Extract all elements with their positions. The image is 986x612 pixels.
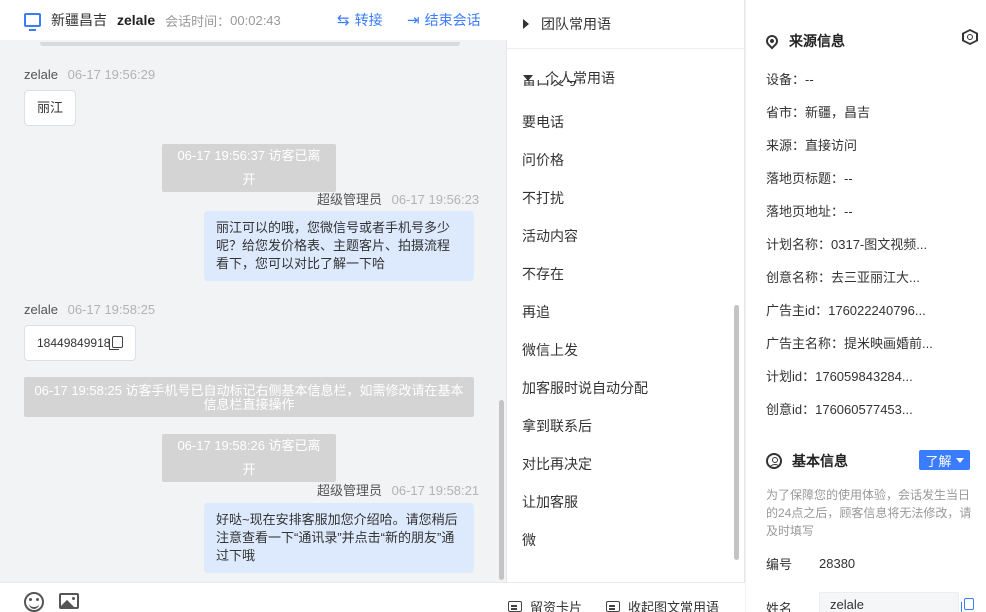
visitor-info-panel: 来源信息 设备：-- 省市：新疆，昌吉 来源：直接访问 落地页标题：-- 落地页… [746, 0, 986, 612]
transfer-label: 转接 [354, 12, 383, 28]
system-notice: 06-17 19:56:37 访客已离开 [162, 144, 336, 192]
edit-notice: 为了保障您的使用体验，会话发生当日的24点之后，顾客信息将无法修改，请及时填写 [766, 488, 972, 538]
phrase-item[interactable]: 微 [507, 521, 737, 559]
agent-message-bubble: 丽江可以的哦，您微信号或者手机号多少呢？给您发价格表、主题客片、拍摄流程看下，您… [204, 211, 474, 281]
session-time-label: 会话时间： [165, 13, 231, 29]
caret-right-icon [523, 19, 529, 29]
previous-message-edge [40, 42, 460, 46]
end-session-label: 结束会话 [424, 12, 481, 28]
copy-icon[interactable] [109, 336, 124, 350]
agent-message-bubble: 好哒~现在安排客服加您介绍哈。请您稍后注意查看一下“通讯录”并点击“新的朋友”通… [204, 503, 474, 573]
phrase-item[interactable]: 不打扰 [507, 179, 737, 217]
lead-card-label: 留资卡片 [530, 600, 583, 612]
phrase-item[interactable]: 活动内容 [507, 217, 737, 255]
source-region: 省市：新疆，昌吉 [766, 105, 871, 120]
sender-name: 超级管理员 [317, 192, 383, 207]
collapse-phrases-button[interactable]: 收起图文常用语 [606, 597, 719, 612]
message-meta: zelale 06-17 19:56:29 [24, 67, 155, 82]
location-pin-icon [763, 32, 781, 50]
id-label: 编号 [766, 557, 793, 572]
message-time: 06-17 19:56:23 [391, 192, 480, 207]
image-icon[interactable] [59, 593, 79, 609]
phrase-item[interactable]: 不存在 [507, 255, 737, 293]
team-phrases-toggle[interactable]: 团队常用语 [523, 14, 611, 34]
divider [507, 48, 745, 49]
session-time: 00:02:43 [230, 12, 281, 28]
phrase-item[interactable]: 问价格 [507, 141, 737, 179]
monitor-icon [24, 13, 41, 31]
exit-icon: ⇥ [407, 12, 420, 29]
phrase-item[interactable]: 再追 [507, 293, 737, 331]
end-session-button[interactable]: ⇥ 结束会话 [407, 10, 481, 30]
visitor-name: zelale [117, 12, 156, 28]
chat-panel: 新疆昌吉 zelale 会话时间： 00:02:43 ⇆ 转接 ⇥ 结束会话 z… [0, 0, 507, 612]
creative-name: 创意名称：去三亚丽江大... [766, 270, 920, 285]
message-time: 06-17 19:56:29 [67, 67, 156, 82]
message-time: 06-17 19:58:25 [67, 302, 156, 317]
landing-page-title: 落地页标题：-- [766, 171, 853, 186]
phrase-item[interactable]: 拿到联系后 [507, 407, 737, 445]
chat-header: 新疆昌吉 zelale 会话时间： 00:02:43 ⇆ 转接 ⇥ 结束会话 [0, 0, 507, 40]
phrase-item[interactable]: 让加客服 [507, 483, 737, 521]
phrase-item[interactable]: 加客服时说自动分配 [507, 369, 737, 407]
settings-icon[interactable] [960, 27, 980, 47]
basic-info-title: 基本信息 [766, 451, 848, 471]
advertiser-id: 广告主id：176022240796... [766, 303, 926, 318]
system-notice: 06-17 19:58:26 访客已离开 [162, 434, 336, 482]
visitor-message-bubble: 丽江 [24, 90, 77, 126]
sender-name: zelale [24, 67, 58, 82]
collapse-phrases-label: 收起图文常用语 [628, 600, 720, 612]
transfer-button[interactable]: ⇆ 转接 [337, 10, 383, 30]
name-label: 姓名 [766, 601, 793, 612]
phrase-footer: 留资卡片 收起图文常用语 [507, 582, 745, 612]
caret-down-icon [955, 457, 964, 463]
system-notice: 06-17 19:58:25 访客手机号已自动标记右侧基本信息栏，如需修改请在基… [24, 377, 474, 417]
phrases-panel: 团队常用语 个人常用语 留口发号 要电话 问价格 不打扰 活动内容 不存在 再追… [507, 0, 745, 612]
chat-scrollbar[interactable] [499, 400, 504, 580]
sender-name: zelale [24, 302, 58, 317]
phrase-item[interactable]: 微信上发 [507, 331, 737, 369]
source-info-title: 来源信息 [763, 31, 845, 51]
transfer-icon: ⇆ [337, 12, 350, 29]
id-value: 28380 [819, 556, 856, 571]
id-row: 编号 28380 [766, 554, 855, 573]
name-field[interactable]: zelale [819, 592, 959, 612]
advertiser-name: 广告主名称：提米映画婚前... [766, 336, 933, 351]
phrase-item[interactable]: 对比再决定 [507, 445, 737, 483]
card-icon [606, 601, 620, 612]
phone-number-text: 18449849918 [37, 336, 111, 350]
team-phrases-label: 团队常用语 [541, 16, 611, 32]
source-device: 设备：-- [766, 72, 814, 87]
user-icon [766, 453, 782, 469]
phrase-item[interactable]: 要电话 [507, 103, 737, 141]
source-channel: 来源：直接访问 [766, 138, 858, 153]
copy-icon[interactable] [961, 598, 974, 612]
message-meta: 超级管理员 06-17 19:58:21 [317, 480, 479, 499]
message-time: 06-17 19:58:21 [391, 483, 480, 498]
visitor-location: 新疆昌吉 [51, 12, 107, 28]
lead-card-button[interactable]: 留资卡片 [508, 597, 582, 612]
chat-toolbar [0, 582, 507, 612]
message-meta: 超级管理员 06-17 19:56:23 [317, 189, 479, 208]
sender-name: 超级管理员 [317, 483, 383, 498]
message-meta: zelale 06-17 19:58:25 [24, 302, 155, 317]
phrase-list: 要电话 问价格 不打扰 活动内容 不存在 再追 微信上发 加客服时说自动分配 拿… [507, 103, 737, 559]
card-icon [508, 601, 522, 612]
landing-page-url: 落地页地址：-- [766, 204, 853, 219]
phrase-item-partial[interactable]: 留口发号 [522, 80, 602, 89]
visitor-message-bubble: 18449849918 [24, 325, 137, 361]
creative-id: 创意id：176060577453... [766, 402, 913, 417]
learn-more-dropdown[interactable]: 了解 [919, 450, 970, 470]
phrase-scrollbar[interactable] [734, 305, 739, 560]
campaign-id: 计划id：176059843284... [766, 369, 913, 384]
campaign-name: 计划名称：0317-图文视频... [766, 237, 928, 252]
name-row: 姓名 [766, 598, 819, 612]
emoji-icon[interactable] [24, 592, 44, 612]
